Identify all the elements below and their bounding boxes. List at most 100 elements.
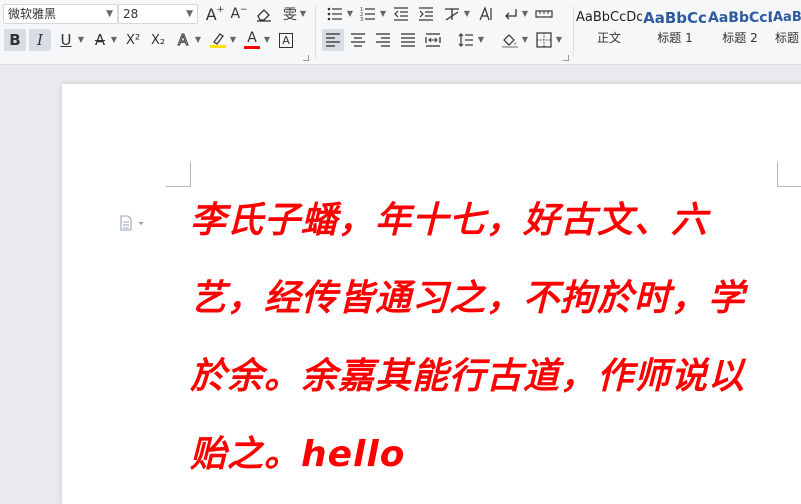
highlight-button[interactable] [207,29,229,51]
font-name-dropdown[interactable]: 微软雅黑 ▼ [3,4,118,24]
paragraph-handle[interactable] [120,215,150,235]
text-line: 於余。余嘉其能行古道，作师说以 [190,356,746,397]
chevron-down-icon[interactable]: ▼ [77,29,85,51]
document-body[interactable]: 李氏子蟠，年十七，好古文、六 艺，经传皆通习之，不拘於时，学 於余。余嘉其能行古… [190,182,790,494]
char-border-icon: A [279,32,293,48]
font-color-swatch [244,46,260,49]
strikethrough-icon: A [94,31,106,49]
italic-icon: I [37,31,43,49]
svg-text:3: 3 [360,17,363,22]
chevron-down-icon[interactable]: ▼ [477,29,485,51]
chevron-down-icon[interactable]: ▼ [346,3,354,25]
strikethrough-button[interactable]: A [89,29,111,51]
chinese-layout-icon [445,8,459,21]
line-break-icon [505,9,517,20]
chevron-down-icon[interactable]: ▼ [194,29,202,51]
bullet-list-button[interactable] [324,3,346,25]
justify-icon [401,33,415,47]
text-line: 贻之。hello [190,434,406,475]
borders-button[interactable] [533,29,555,51]
paint-bucket-icon [502,34,518,48]
grow-font-icon: A [205,4,217,24]
shrink-font-button[interactable]: A − [228,3,250,25]
style-label: 正文 [596,31,621,45]
toolbar-divider [573,6,574,58]
chevron-down-icon[interactable]: ▼ [521,3,529,25]
bold-button[interactable]: B [4,29,26,51]
bullet-list-icon [327,7,342,21]
align-left-button[interactable] [322,29,344,51]
align-right-button[interactable] [372,29,394,51]
chevron-down-icon: ▼ [106,9,113,19]
font-size-dropdown[interactable]: 28 ▼ [118,4,198,24]
toolbar-divider [315,6,316,58]
distributed-align-button[interactable] [422,29,444,51]
font-dialog-launcher[interactable] [303,55,309,61]
underline-icon: U [60,31,72,49]
decrease-indent-button[interactable] [390,3,412,25]
font-color-button[interactable]: A [241,29,263,51]
eraser-icon [257,9,271,22]
chevron-down-icon[interactable]: ▼ [555,29,563,51]
superscript-icon: X² [125,32,141,48]
chevron-down-icon[interactable]: ▼ [229,29,237,51]
align-right-icon [376,33,390,47]
text-direction-icon [479,6,492,21]
text-effect-icon: A [177,31,189,50]
font-size-value: 28 [123,7,139,21]
phonetic-guide-icon: 雯 [283,7,297,23]
grow-font-button[interactable]: A + [204,3,226,25]
line-spacing-button[interactable] [455,29,477,51]
subscript-button[interactable]: X₂ [147,29,169,51]
text-direction-button[interactable] [474,3,496,25]
chevron-down-icon[interactable]: ▼ [521,29,529,51]
border-grid-icon [536,32,552,48]
increase-indent-button[interactable] [415,3,437,25]
style-normal[interactable]: AaBbCcDd 正文 [576,4,642,54]
numbered-list-button[interactable]: 123 [357,3,379,25]
margin-marker [166,162,191,187]
chevron-down-icon[interactable]: ▼ [110,29,118,51]
chevron-down-icon[interactable]: ▼ [463,3,471,25]
increase-indent-icon [419,7,433,21]
distributed-align-icon [425,33,441,47]
clear-format-button[interactable] [253,3,275,25]
highlighter-icon [210,33,226,48]
style-heading-2[interactable]: AaBbCcD 标题 2 [708,4,772,54]
underline-button[interactable]: U [55,29,77,51]
chevron-down-icon[interactable]: ▼ [263,29,271,51]
style-sample: AaBbCcDd [576,10,642,25]
char-border-button[interactable]: A [275,29,297,51]
shrink-font-icon: A [230,6,241,22]
ribbon-toolbar: 微软雅黑 ▼ 28 ▼ A + A − 雯 ▼ B I U ▼ A ▼ X² X₂ [0,0,801,65]
ruler-button[interactable] [533,3,555,25]
style-sample: AaBl [773,10,801,25]
chevron-down-icon[interactable]: ▼ [379,3,387,25]
font-color-icon: A [247,30,257,46]
line-spacing-icon [458,33,473,47]
style-heading[interactable]: AaBl 标题 [773,4,801,54]
chevron-down-icon[interactable]: ▼ [299,3,307,25]
text-line: 艺，经传皆通习之，不拘於时，学 [190,278,746,319]
justify-button[interactable] [397,29,419,51]
paragraph-dialog-launcher[interactable] [563,55,569,61]
decrease-indent-icon [394,7,408,21]
style-sample: AaBbCcD [708,10,772,26]
document-icon [120,215,144,231]
ruler-icon [535,10,553,18]
subscript-icon: X₂ [150,32,166,48]
font-name-value: 微软雅黑 [8,7,57,21]
numbered-list-icon: 123 [360,7,375,22]
phonetic-guide-button[interactable]: 雯 [279,3,301,25]
text-line: 李氏子蟠，年十七，好古文、六 [190,200,709,241]
line-break-button[interactable] [499,3,521,25]
text-effect-button[interactable]: A [172,29,194,51]
bold-icon: B [9,31,21,49]
italic-button[interactable]: I [29,29,51,51]
align-center-button[interactable] [347,29,369,51]
style-heading-1[interactable]: AaBbCc 标题 1 [643,4,707,54]
shading-button[interactable] [499,29,521,51]
style-label: 标题 2 [722,31,758,45]
chinese-layout-button[interactable] [441,3,463,25]
superscript-button[interactable]: X² [122,29,144,51]
